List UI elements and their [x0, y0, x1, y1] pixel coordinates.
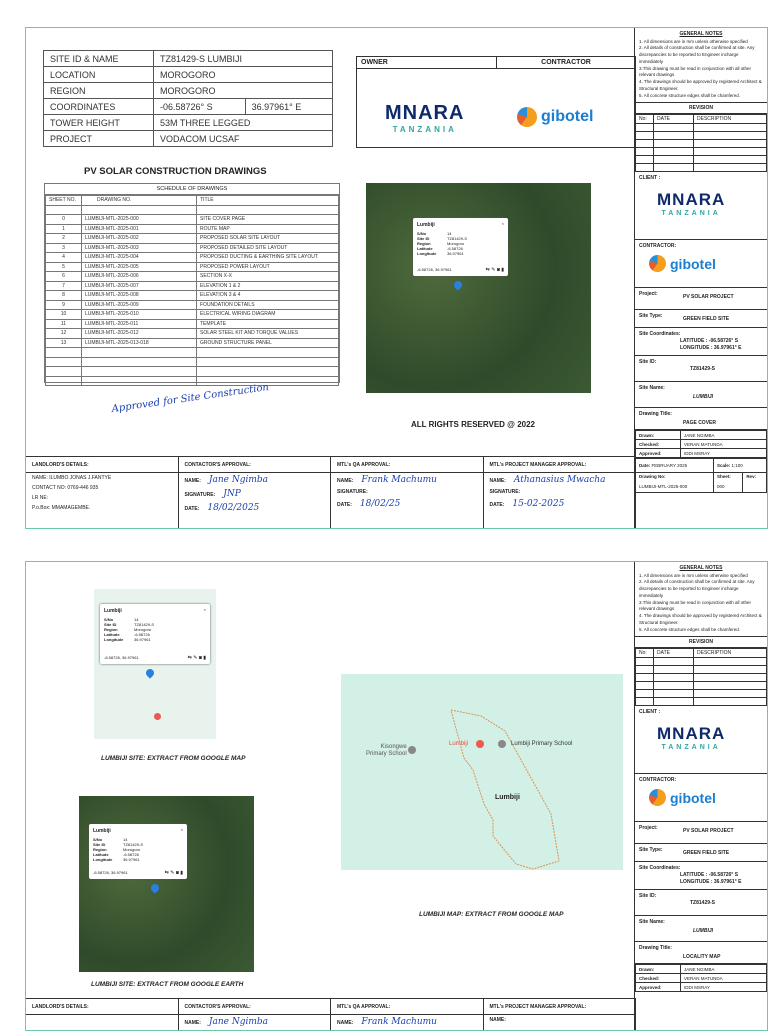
caption-site-google-map: LUMBIJI SITE: EXTRACT FROM GOOGLE MAP — [101, 755, 246, 762]
schedule-row: 10 LUMBIJI-MTL-2025-010 ELECTRICAL WIRING … — [45, 309, 339, 320]
approval-strip: LANDLORD'S DETAILS: NAME: ILUMBO JONAS J.… — [26, 456, 636, 528]
popup-action-icons[interactable]: ⇆ ✎ ◙ ▮ — [165, 870, 183, 876]
monara-logo: MNARA TANZANIA — [657, 190, 726, 217]
schedule-row: 1 LUMBIJI-MTL-2025-001 ROUTE MAP — [45, 223, 339, 234]
landlord-details: LANDLORD'S DETAILS: — [26, 999, 179, 1030]
gibotel-logo: gibotel — [649, 255, 716, 272]
revision-table: No: DATE DESCRIPTION — [635, 114, 767, 172]
qa-approval: MTL's QA APPROVAL: NAME: Frank Machumu — [331, 999, 484, 1030]
monara-logo: MNARA TANZANIA — [385, 102, 465, 134]
drawing-sheet-locality: Lumbiji × S/No 14 Site ID TZ81429-S Region Moro… — [25, 561, 768, 1031]
popup-row: Longitude 36.97961 — [93, 857, 140, 862]
gibotel-logo: gibotel — [649, 789, 716, 806]
school-icon — [408, 746, 416, 754]
approval-handwritten-note: Approved for Site Construction — [111, 382, 270, 415]
popup-action-icons[interactable]: ⇆ ✎ ◙ ▮ — [188, 655, 206, 661]
drawing-sheet-cover: SITE ID & NAME TZ81429-S LUMBIJI LOCATION… — [25, 27, 768, 529]
drawing-title-value: LOCALITY MAP — [683, 954, 721, 960]
site-info-popup: Lumbiji × S/No 14 Site ID TZ81429-S Region Moro… — [413, 218, 508, 276]
popup-coordinates: -6.58726, 36.97961 — [104, 655, 139, 660]
lumbiji-place-label: Lumbiji — [449, 741, 469, 747]
school-icon — [498, 740, 506, 748]
schedule-table: SHEET NO. DRAWING NO. TITLE 0 LUMBIJI-MTL-20… — [45, 195, 339, 386]
sign-off-table: Drawn: JANE NGIMBA Checked: VERAN MATUNDA … — [635, 964, 767, 992]
location-pin-icon — [144, 667, 156, 679]
schedule-row: 12 LUMBIJI-MTL-2025-012 SOLAR STEEL KIT AN… — [45, 328, 339, 339]
pm-approval: MTL's PROJECT MANAGER APPROVAL: NAME: — [483, 999, 636, 1030]
google-earth-image: Lumbiji × S/No 14 Site ID TZ81429-S Region Moro… — [366, 183, 591, 393]
popup-title: Lumbiji — [417, 222, 435, 228]
page-title: PV SOLAR CONSTRUCTION DRAWINGS — [84, 166, 267, 177]
approval-strip: LANDLORD'S DETAILS: CONTACTOR'S APPROVAL:… — [26, 998, 636, 1030]
schedule-row: 2 LUMBIJI-MTL-2025-002 PROPOSED SOLAR SITE… — [45, 233, 339, 244]
general-notes: GENERAL NOTES 1. All dimensions are in mm… — [635, 28, 767, 103]
contractor-section: CONTRACTOR: gibotel — [635, 240, 767, 288]
google-earth-site-image: Lumbiji × S/No 14 Site ID TZ81429-S Region Moro… — [79, 796, 254, 972]
owner-contractor-box: OWNER CONTRACTOR MNARA TANZANIA gibotel — [356, 56, 636, 148]
map-marker-icon — [476, 740, 484, 748]
site-info-popup: Lumbiji × S/No 14 Site ID TZ81429-S Region Moro… — [100, 604, 210, 664]
client-section: CLIENT : MNARA TANZANIA — [635, 172, 767, 240]
close-icon[interactable]: × — [204, 607, 206, 612]
popup-coordinates: -6.58726, 36.97961 — [417, 267, 452, 272]
popup-title: Lumbiji — [93, 828, 111, 834]
location-pin-icon — [452, 279, 464, 291]
schedule-row: 6 LUMBIJI-MTL-2025-006 SECTION X-X — [45, 271, 339, 282]
contractor-section: CONTRACTOR: gibotel — [635, 774, 767, 822]
drawing-title-value: PAGE COVER — [683, 420, 716, 426]
schedule-row: 9 LUMBIJI-MTL-2025-009 FOUNDATION DETAILS — [45, 299, 339, 310]
contractor-approval: CONTACTOR'S APPROVAL: NAME: Jane Ngimba SIG… — [178, 457, 331, 528]
lumbiji-school-label: Lumbiji Primary School — [511, 741, 573, 747]
popup-row: Longitude 36.97961 — [417, 251, 464, 256]
schedule-of-drawings: SCHEDULE OF DRAWINGS SHEET NO. DRAWING NO… — [44, 183, 340, 386]
popup-coordinates: -6.58726, 36.97961 — [93, 870, 128, 875]
google-map-locality: Kisongwe Primary School Lumbiji Lumbiji P… — [341, 674, 623, 870]
owner-label: OWNER — [357, 57, 497, 69]
schedule-row: 0 LUMBIJI-MTL-2025-000 SITE COVER PAGE — [45, 214, 339, 225]
monara-logo: MNARA TANZANIA — [657, 724, 726, 751]
schedule-row: 4 LUMBIJI-MTL-2025-004 PROPOSED DUCTING & … — [45, 252, 339, 263]
location-pin-icon — [149, 882, 161, 894]
sign-off-table: Drawn: JANE NGIMBA Checked: VERAN MATUNDA … — [635, 430, 767, 458]
kisongwe-school-label: Kisongwe Primary School — [366, 744, 407, 757]
qa-approval: MTL's QA APPROVAL: NAME: Frank Machumu SIGN… — [331, 457, 484, 528]
popup-row: Longitude 36.97961 — [104, 637, 151, 642]
popup-title: Lumbiji — [104, 608, 122, 614]
title-block: GENERAL NOTES 1. All dimensions are in mm… — [634, 28, 767, 528]
client-section: CLIENT : MNARA TANZANIA — [635, 706, 767, 774]
rights-notice: ALL RIGHTS RESERVED @ 2022 — [411, 420, 535, 429]
revision-table: No: DATE DESCRIPTION — [635, 648, 767, 706]
schedule-row: 7 LUMBIJI-MTL-2025-007 ELEVATION 1 & 2 — [45, 280, 339, 291]
revision-heading: REVISION — [635, 637, 767, 648]
gibotel-logo: gibotel — [517, 107, 593, 127]
caption-site-google-earth: LUMBIJI SITE: EXTRACT FROM GOOGLE EARTH — [91, 981, 244, 988]
title-block: GENERAL NOTES 1. All dimensions are in mm… — [634, 562, 767, 1030]
close-icon[interactable]: × — [502, 221, 504, 226]
map-marker-icon — [154, 713, 161, 720]
schedule-row: 11 LUMBIJI-MTL-2025-011 TEMPLATE — [45, 318, 339, 329]
contractor-approval: CONTACTOR'S APPROVAL: NAME: Jane Ngimba — [178, 999, 331, 1030]
schedule-row: 5 LUMBIJI-MTL-2025-005 PROPOSED POWER LAYO… — [45, 261, 339, 272]
site-info-popup: Lumbiji × S/No 14 Site ID TZ81429-S Region Moro… — [89, 824, 187, 879]
schedule-row: 13 LUMBIJI-MTL-2025-013-018 GROUND STRUCTU… — [45, 337, 339, 348]
landlord-details: LANDLORD'S DETAILS: NAME: ILUMBO JONAS J.… — [26, 457, 179, 528]
close-icon[interactable]: × — [181, 827, 183, 832]
pm-approval: MTL's PROJECT MANAGER APPROVAL: NAME: Atha… — [483, 457, 636, 528]
revision-heading: REVISION — [635, 103, 767, 114]
schedule-row: 3 LUMBIJI-MTL-2025-003 PROPOSED DETAILED S… — [45, 242, 339, 253]
schedule-header-row: SHEET NO. DRAWING NO. TITLE — [45, 195, 339, 206]
caption-locality-map: LUMBIJI MAP: EXTRACT FROM GOOGLE MAP — [419, 911, 564, 918]
popup-action-icons[interactable]: ⇆ ✎ ◙ ▮ — [486, 267, 504, 273]
lumbiji-boundary — [450, 709, 560, 870]
google-map-site-image: Lumbiji × S/No 14 Site ID TZ81429-S Region Moro… — [94, 589, 216, 739]
contractor-label: CONTRACTOR — [497, 57, 635, 69]
lumbiji-area-label: Lumbiji — [495, 794, 520, 801]
site-info-table: SITE ID & NAME TZ81429-S LUMBIJI LOCATION… — [43, 50, 334, 147]
general-notes: GENERAL NOTES 1. All dimensions are in mm… — [635, 562, 767, 637]
schedule-row: 8 LUMBIJI-MTL-2025-008 ELEVATION 3 & 4 — [45, 290, 339, 301]
